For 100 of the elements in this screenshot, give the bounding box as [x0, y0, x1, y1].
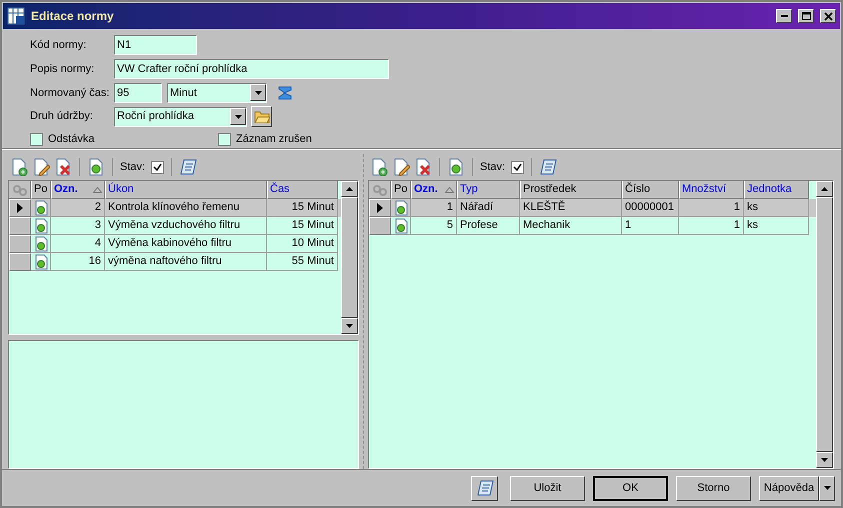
scroll-up-button[interactable]	[341, 181, 358, 197]
down-arrow-icon	[346, 324, 353, 328]
document-icon[interactable]	[447, 158, 465, 176]
time-field[interactable]: 95	[114, 82, 162, 103]
column-header[interactable]: Úkon	[105, 181, 267, 199]
check-icon	[513, 162, 522, 172]
state-checkbox[interactable]	[511, 160, 524, 174]
maintenance-dropdown[interactable]: Roční prohlídka	[114, 106, 247, 127]
column-header[interactable]: Ozn.	[411, 181, 457, 199]
help-menu-button[interactable]	[819, 476, 835, 500]
document-icon	[394, 200, 408, 216]
app-icon	[7, 7, 25, 25]
browse-button[interactable]	[251, 106, 272, 128]
field-label: Kód normy:	[30, 38, 88, 54]
minimize-button[interactable]	[776, 9, 792, 23]
maximize-icon	[802, 12, 810, 20]
column-header[interactable]: Jednotka	[744, 181, 809, 199]
close-icon	[824, 12, 832, 20]
column-header[interactable]: Po	[31, 181, 51, 199]
sigma-icon[interactable]	[277, 84, 293, 101]
state-label: Stav:	[480, 160, 506, 175]
table-row[interactable]: 1 Nářadí KLEŠTĚ 00000001 1 ks	[369, 199, 816, 217]
gear-icon	[372, 184, 388, 196]
memo-field[interactable]	[8, 340, 359, 469]
table-row[interactable]: 2 Kontrola klínového řemenu 15 Minut	[9, 199, 341, 217]
table-cell: 55 Minut	[267, 253, 338, 271]
field-label: Normovaný čas:	[30, 86, 110, 101]
checkbox-label: Odstávka	[48, 132, 94, 147]
checkbox[interactable]	[30, 132, 43, 146]
row-header[interactable]	[369, 199, 391, 217]
checkbox-label: Záznam zrušen	[236, 132, 312, 147]
table-cell: 5	[411, 217, 457, 235]
scrollbar[interactable]	[341, 181, 358, 334]
document-icon	[34, 200, 48, 216]
document-icon	[34, 254, 48, 270]
field-label: Druh údržby:	[30, 109, 94, 124]
current-row-icon	[377, 203, 383, 213]
scroll-up-button[interactable]	[816, 181, 833, 197]
down-arrow-icon	[821, 458, 828, 462]
state-label: Stav:	[120, 160, 146, 175]
table-cell: Profese	[457, 217, 520, 235]
state-checkbox[interactable]	[151, 160, 164, 174]
scroll-icon	[476, 479, 494, 497]
delete-document-icon[interactable]	[54, 158, 72, 176]
document-icon	[34, 236, 48, 252]
row-header[interactable]	[9, 199, 31, 217]
column-header[interactable]: Typ	[457, 181, 520, 199]
dropdown-value: Minut	[170, 86, 197, 101]
unit-dropdown[interactable]: Minut	[167, 82, 267, 103]
close-button[interactable]	[820, 9, 836, 23]
column-header[interactable]: Po	[391, 181, 411, 199]
column-header[interactable]: Prostředek	[520, 181, 622, 199]
document-icon[interactable]	[87, 158, 105, 176]
table-cell: Mechanik	[520, 217, 622, 235]
script-button[interactable]	[471, 476, 498, 500]
sort-ascending-icon	[445, 186, 454, 192]
delete-document-icon[interactable]	[414, 158, 432, 176]
edit-document-icon[interactable]	[32, 158, 50, 176]
dropdown-value: Roční prohlídka	[117, 109, 194, 124]
dialog-button[interactable]: Storno	[676, 476, 751, 500]
dialog-button[interactable]: OK	[593, 476, 668, 500]
gear-icon	[12, 184, 28, 196]
maximize-button[interactable]	[798, 9, 814, 23]
scroll-down-button[interactable]	[816, 452, 833, 468]
scroll-icon[interactable]	[539, 158, 558, 176]
dialog-button[interactable]: Uložit	[510, 476, 585, 500]
dropdown-arrow-button[interactable]	[250, 84, 266, 102]
caret-icon	[824, 486, 830, 490]
dropdown-arrow-button[interactable]	[230, 108, 246, 126]
code-field[interactable]: N1	[114, 35, 197, 56]
table-row[interactable]: 4 Výměna kabinového filtru 10 Minut	[9, 235, 341, 253]
table-cell: 1	[679, 217, 744, 235]
document-icon	[34, 218, 48, 234]
column-header[interactable]: Číslo	[622, 181, 679, 199]
edit-document-icon[interactable]	[392, 158, 410, 176]
new-document-icon[interactable]	[370, 158, 388, 176]
window-title: Editace normy	[31, 8, 115, 25]
table-row[interactable]: 16 výměna naftového filtru 55 Minut	[9, 253, 341, 271]
current-row-icon	[17, 203, 23, 213]
sort-ascending-icon	[93, 186, 102, 192]
check-icon	[153, 162, 162, 172]
table-cell: 1	[622, 217, 679, 235]
description-field[interactable]: VW Crafter roční prohlídka	[114, 59, 389, 80]
caret-icon	[234, 114, 242, 119]
table-cell: výměna naftového filtru	[105, 253, 267, 271]
scroll-down-button[interactable]	[341, 318, 358, 334]
caret-icon	[254, 90, 262, 95]
scroll-thumb[interactable]	[341, 197, 358, 318]
scroll-icon[interactable]	[179, 158, 198, 176]
column-header[interactable]: Ozn.	[51, 181, 105, 199]
new-document-icon[interactable]	[10, 158, 28, 176]
dialog-button[interactable]: Nápověda	[759, 476, 819, 500]
checkbox[interactable]	[218, 132, 231, 146]
column-header[interactable]: Množství	[679, 181, 744, 199]
column-header[interactable]: Čas	[267, 181, 338, 199]
document-icon	[394, 218, 408, 234]
up-arrow-icon	[346, 187, 353, 191]
table-cell: ks	[744, 217, 809, 235]
table-row[interactable]: 3 Výměna vzduchového filtru 15 Minut	[9, 217, 341, 235]
field-label: Popis normy:	[30, 62, 96, 77]
